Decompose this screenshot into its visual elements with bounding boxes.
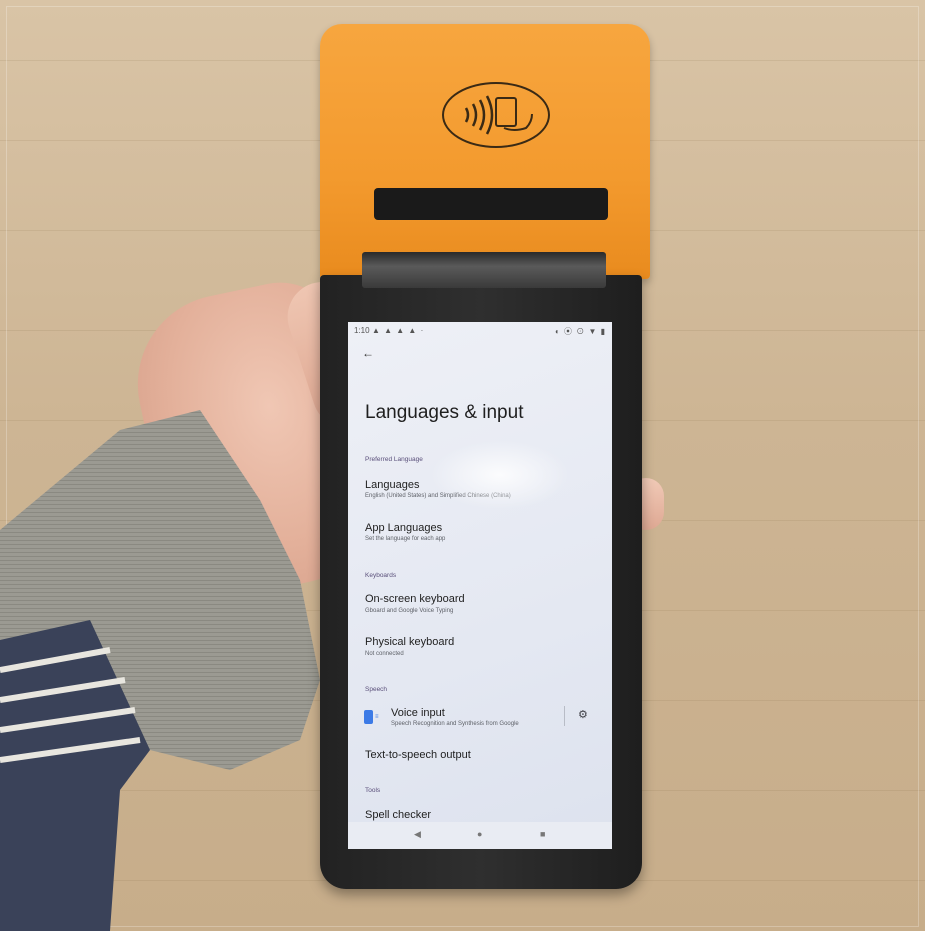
status-time: 1:10 — [354, 326, 370, 335]
spell-checker-title: Spell checker — [365, 809, 432, 821]
section-header-preferred-language: Preferred Language — [365, 456, 423, 463]
sweater-sleeve — [0, 410, 320, 931]
voice-input-subtitle: Speech Recognition and Synthesis from Go… — [391, 721, 519, 727]
physical-keyboard-subtitle: Not connected — [365, 651, 404, 657]
device-screen: 1:10 ▲ ▲ ▲ ▲ · ◐ ⦿ ⊙ ▼ ▮ ← Languages & i… — [348, 322, 612, 849]
app-languages-subtitle: Set the language for each app — [365, 536, 446, 542]
text-to-speech-title: Text-to-speech output — [365, 749, 471, 761]
voice-input-app-icon — [364, 710, 373, 724]
languages-title: Languages — [365, 479, 420, 491]
voice-input-badge-icon: ≡ — [375, 714, 379, 720]
nav-back-icon[interactable]: ◀ — [414, 829, 421, 840]
languages-subtitle: English (United States) and Simplified C… — [365, 493, 511, 499]
back-arrow-icon[interactable]: ← — [362, 346, 374, 360]
system-status-icons: ◐ ⦿ ⊙ ▼ ▮ — [554, 327, 606, 336]
status-bar: 1:10 ▲ ▲ ▲ ▲ · ◐ ⦿ ⊙ ▼ ▮ — [348, 322, 612, 338]
section-header-keyboards: Keyboards — [365, 572, 397, 579]
on-screen-keyboard-subtitle: Gboard and Google Voice Typing — [365, 608, 454, 614]
printer-cover — [320, 24, 650, 279]
contactless-icon — [442, 82, 550, 148]
voice-input-title: Voice input — [391, 707, 445, 719]
on-screen-keyboard-title: On-screen keyboard — [365, 593, 465, 605]
nav-recents-icon[interactable]: ■ — [540, 829, 545, 839]
section-header-speech: Speech — [365, 686, 388, 693]
navigation-bar: ◀ ● ■ — [348, 822, 612, 849]
paper-outlet — [362, 252, 606, 288]
section-header-tools: Tools — [365, 787, 381, 794]
physical-keyboard-title: Physical keyboard — [365, 636, 455, 648]
notification-icons: ▲ ▲ ▲ ▲ · — [372, 326, 425, 335]
page-title: Languages & input — [365, 402, 524, 423]
divider — [564, 706, 565, 726]
gear-icon[interactable]: ⚙ — [578, 708, 588, 721]
nav-home-icon[interactable]: ● — [477, 829, 482, 839]
app-languages-title: App Languages — [365, 522, 443, 534]
printer-window — [374, 188, 608, 220]
